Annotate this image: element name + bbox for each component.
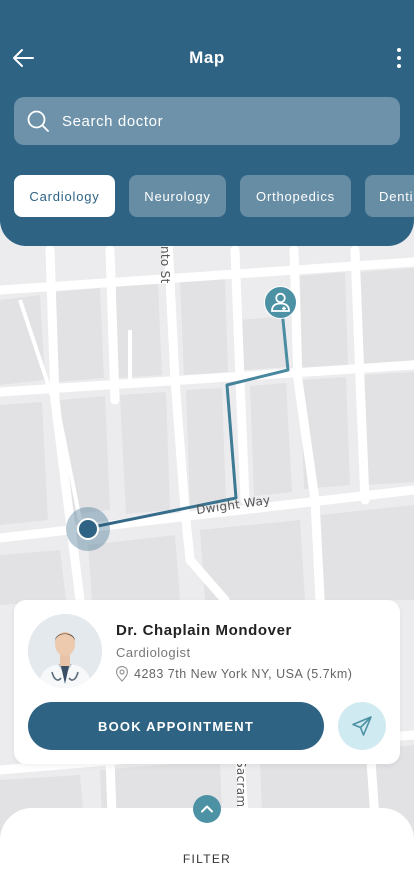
location-dot-icon bbox=[77, 518, 99, 540]
doctor-name: Dr. Chaplain Mondover bbox=[116, 622, 292, 639]
chevron-up-icon bbox=[201, 805, 213, 813]
filter-label: FILTER bbox=[182, 852, 232, 866]
directions-button[interactable] bbox=[338, 702, 386, 750]
doctor-avatar bbox=[28, 614, 102, 688]
category-chip-cardiology[interactable]: Cardiology bbox=[14, 175, 115, 217]
user-location-marker[interactable] bbox=[66, 507, 110, 551]
more-options-button[interactable] bbox=[392, 44, 406, 72]
category-chip-orthopedics[interactable]: Orthopedics bbox=[240, 175, 351, 217]
doctor-address: 4283 7th New York NY, USA (5.7km) bbox=[134, 667, 353, 681]
book-appointment-button[interactable]: BOOK APPOINTMENT bbox=[28, 702, 324, 750]
street-label: nto St bbox=[158, 246, 172, 284]
doctor-specialty: Cardiologist bbox=[116, 645, 191, 660]
header-panel: Map Cardiology Neurology Orthopedics Den… bbox=[0, 0, 414, 246]
send-icon bbox=[352, 716, 372, 736]
category-chip-neurology[interactable]: Neurology bbox=[129, 175, 226, 217]
doctor-card[interactable]: Dr. Chaplain Mondover Cardiologist 4283 … bbox=[14, 600, 400, 764]
doctor-photo bbox=[28, 614, 102, 688]
expand-filter-button[interactable] bbox=[193, 795, 221, 823]
search-input[interactable] bbox=[62, 97, 382, 145]
category-chips: Cardiology Neurology Orthopedics Denti bbox=[14, 175, 414, 217]
doctor-location-marker[interactable] bbox=[264, 286, 297, 319]
search-bar[interactable] bbox=[14, 97, 400, 145]
more-vertical-icon bbox=[397, 48, 401, 52]
page-title: Map bbox=[189, 48, 225, 67]
top-bar: Map bbox=[0, 36, 414, 80]
doctor-icon bbox=[271, 292, 290, 312]
search-icon bbox=[27, 110, 49, 132]
category-chip-dentistry[interactable]: Denti bbox=[365, 175, 414, 217]
street-label: Sacram bbox=[234, 760, 248, 808]
location-pin-icon bbox=[115, 666, 129, 682]
